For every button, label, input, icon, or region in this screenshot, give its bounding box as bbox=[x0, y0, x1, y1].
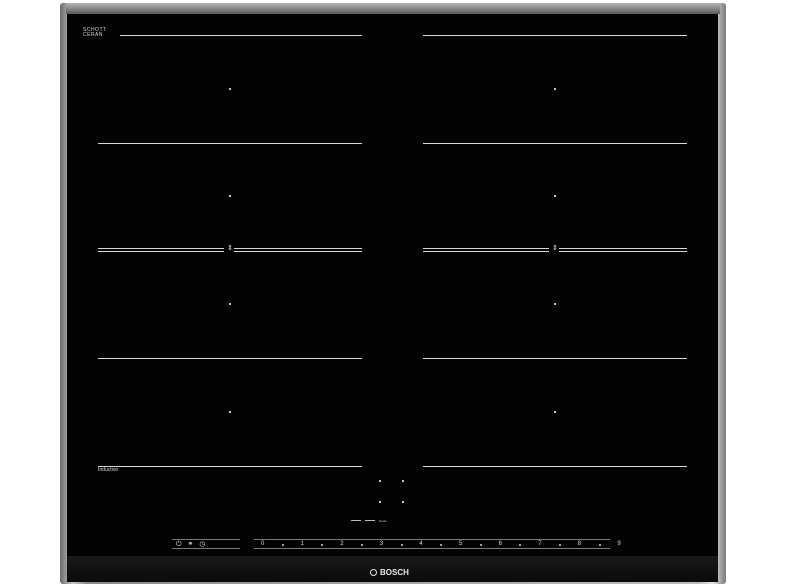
power-icon[interactable]: ⏻ bbox=[176, 541, 182, 548]
zone-marker bbox=[554, 195, 556, 197]
power-level-0[interactable]: 0 bbox=[261, 541, 264, 548]
power-level-half-step[interactable] bbox=[321, 544, 324, 546]
zone-select-indicator[interactable] bbox=[402, 501, 404, 503]
power-level-8[interactable]: 8 bbox=[578, 541, 581, 548]
power-level-half-step[interactable] bbox=[559, 544, 561, 546]
zone-divider-left-b bbox=[234, 248, 362, 252]
power-level-5[interactable]: 5 bbox=[459, 541, 462, 548]
child-lock-icon[interactable]: ⚭ bbox=[188, 541, 194, 548]
zone-marker bbox=[229, 88, 231, 90]
flex-zone-right-icon[interactable]: ⇕ bbox=[552, 245, 558, 252]
power-level-half-step[interactable] bbox=[361, 544, 363, 546]
zone-divider-right-b bbox=[559, 248, 687, 252]
zone-line-right-3 bbox=[423, 358, 687, 359]
zone-marker bbox=[554, 411, 556, 413]
glass-surface bbox=[67, 14, 718, 571]
power-level-half-step[interactable] bbox=[519, 544, 522, 546]
boost-bar bbox=[365, 520, 375, 521]
power-level-6[interactable]: 6 bbox=[499, 541, 502, 548]
zone-line-right-2 bbox=[423, 143, 687, 144]
zone-divider-right-a bbox=[423, 248, 549, 252]
control-panel-left: ⏻ ⚭ ◷ bbox=[172, 539, 240, 549]
power-level-half-step[interactable] bbox=[400, 544, 403, 546]
bosch-logo: BOSCH bbox=[370, 568, 409, 577]
zone-select-indicator[interactable] bbox=[402, 480, 404, 482]
power-level-3[interactable]: 3 bbox=[380, 541, 383, 548]
zone-marker bbox=[554, 303, 556, 305]
zone-line-left-1 bbox=[120, 35, 362, 36]
zone-line-left-3 bbox=[98, 358, 362, 359]
power-level-half-step[interactable] bbox=[281, 544, 284, 546]
flex-zone-left-icon[interactable]: ⇕ bbox=[227, 245, 233, 252]
zone-marker bbox=[554, 88, 556, 90]
zone-line-right-1 bbox=[423, 35, 687, 36]
timer-icon[interactable]: ◷ bbox=[199, 541, 205, 548]
power-level-half-step[interactable] bbox=[598, 544, 601, 546]
zone-marker bbox=[229, 303, 231, 305]
zone-marker bbox=[229, 195, 231, 197]
power-level-half-step[interactable] bbox=[479, 544, 482, 546]
power-level-slider[interactable]: 0 1 2 3 4 5 6 7 8 9 bbox=[254, 539, 621, 549]
power-level-1[interactable]: 1 bbox=[301, 541, 304, 548]
induction-label: Induction bbox=[98, 467, 119, 473]
power-level-7[interactable]: 7 bbox=[538, 541, 541, 548]
zone-divider-left-a bbox=[98, 248, 224, 252]
power-level-4[interactable]: 4 bbox=[419, 541, 422, 548]
zone-marker bbox=[229, 411, 231, 413]
boost-label: boost bbox=[379, 518, 387, 523]
boost-bar bbox=[351, 520, 361, 521]
power-level-9[interactable]: 9 bbox=[617, 541, 620, 548]
zone-line-left-2 bbox=[98, 143, 362, 144]
zone-select-indicator[interactable] bbox=[379, 501, 381, 503]
power-level-2[interactable]: 2 bbox=[340, 541, 343, 548]
zone-select-indicator[interactable] bbox=[379, 480, 381, 482]
top-trim bbox=[66, 3, 720, 14]
boost-control[interactable]: boost bbox=[351, 516, 414, 525]
schott-ceran-logo: SCHOTT CERAN bbox=[83, 27, 107, 38]
bosch-ring-icon bbox=[370, 569, 377, 576]
zone-line-left-4 bbox=[98, 466, 362, 467]
zone-line-right-4 bbox=[423, 466, 687, 467]
power-level-half-step[interactable] bbox=[440, 544, 443, 546]
